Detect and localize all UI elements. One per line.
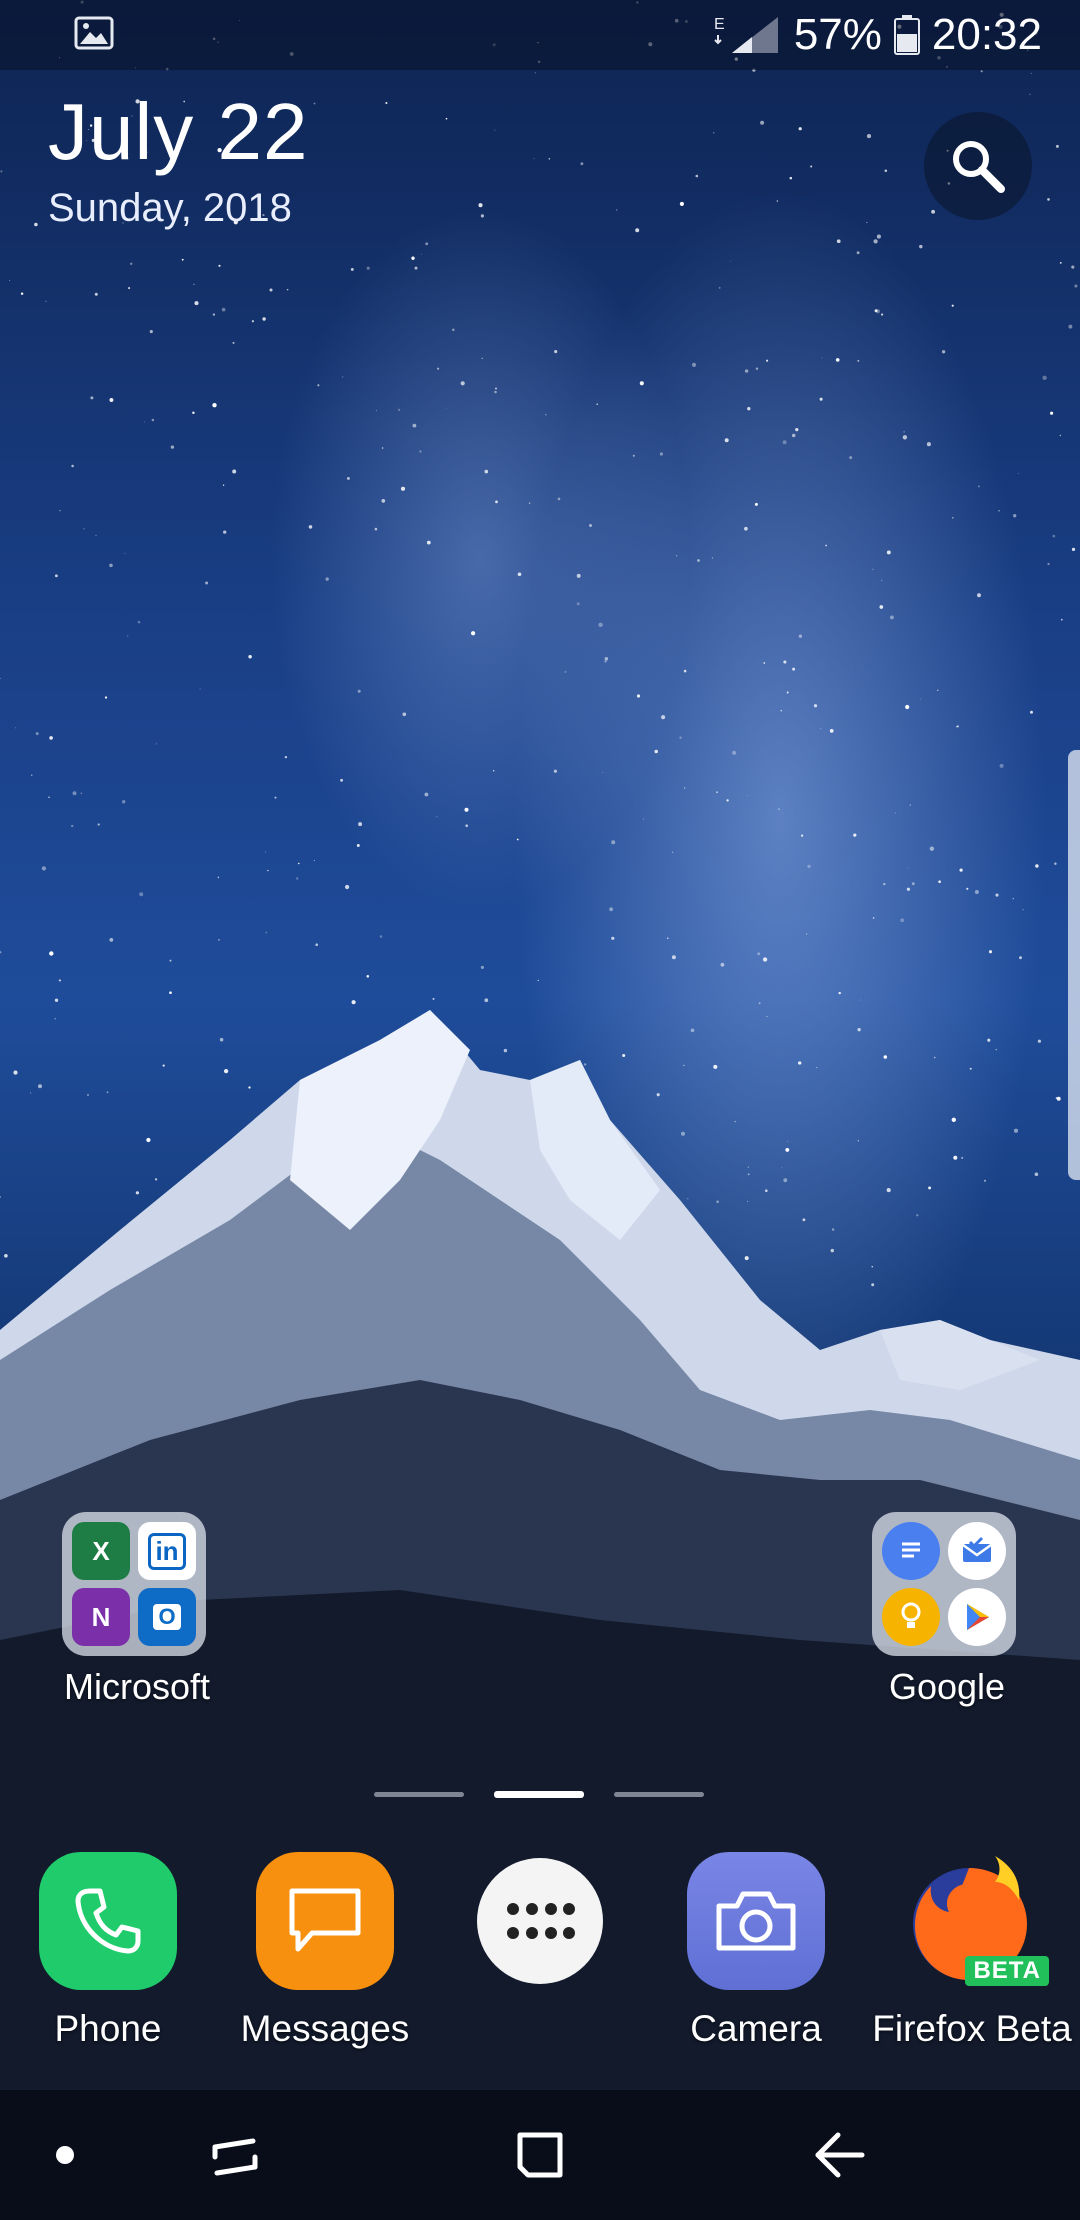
outlook-icon: O (138, 1588, 196, 1646)
dock-app-camera[interactable]: Camera (656, 1852, 856, 2050)
date-widget-date[interactable]: July 22 (48, 86, 308, 178)
folder-icon-grid: X in N O (62, 1512, 206, 1656)
folder-icon-grid (872, 1512, 1016, 1656)
nav-recents-button[interactable] (195, 2090, 275, 2220)
camera-icon[interactable] (687, 1852, 825, 1990)
signal-icon: E (714, 16, 778, 53)
recents-icon (212, 2138, 258, 2176)
search-icon (953, 141, 1005, 193)
battery-percent: 57% (793, 10, 882, 59)
dock-app-firefox-beta[interactable]: BETA Firefox Beta (872, 1852, 1072, 2050)
page-indicator[interactable] (374, 1791, 704, 1798)
dock-label-camera: Camera (690, 2008, 822, 2049)
docs-icon (882, 1522, 940, 1580)
search-button[interactable] (924, 112, 1032, 220)
keep-icon (882, 1588, 940, 1646)
nav-back-button[interactable] (800, 2090, 880, 2220)
play-store-icon (948, 1588, 1006, 1646)
battery-icon (893, 15, 920, 55)
excel-icon: X (72, 1522, 130, 1580)
messages-icon[interactable] (256, 1852, 394, 1990)
home-icon (517, 2132, 563, 2178)
gallery-icon (74, 16, 114, 50)
dot-icon (56, 2146, 74, 2164)
status-indicators: E 57% 20:32 (712, 10, 1042, 60)
dock-app-drawer[interactable] (440, 1852, 640, 2002)
apps-icon[interactable] (477, 1858, 603, 1984)
navigation-bar (0, 2090, 1080, 2220)
dock-app-phone[interactable]: Phone (8, 1852, 208, 2050)
nav-home-button[interactable] (500, 2090, 580, 2220)
inbox-icon (948, 1522, 1006, 1580)
folder-google[interactable]: Google (872, 1512, 1022, 1708)
page-indicator-3[interactable] (614, 1792, 704, 1797)
network-type: E (714, 16, 725, 33)
date-widget-day-year[interactable]: Sunday, 2018 (48, 186, 292, 231)
page-indicator-1[interactable] (374, 1792, 464, 1797)
folder-microsoft[interactable]: X in N O Microsoft (62, 1512, 212, 1708)
folder-label-google: Google (888, 1666, 1006, 1707)
dock-label-messages: Messages (240, 2008, 410, 2049)
beta-badge: BETA (965, 1956, 1049, 1986)
linkedin-icon: in (138, 1522, 196, 1580)
dock-label-firefox-beta: Firefox Beta (872, 2008, 1072, 2049)
page-indicator-2[interactable] (494, 1791, 584, 1798)
onenote-icon: N (72, 1588, 130, 1646)
clock: 20:32 (931, 10, 1042, 59)
firefox-beta-icon[interactable]: BETA (903, 1852, 1049, 1990)
status-bar: E 57% 20:32 (0, 0, 1080, 70)
edge-panel-handle[interactable] (1068, 750, 1080, 1180)
phone-icon[interactable] (39, 1852, 177, 1990)
dock-label-phone: Phone (54, 2008, 162, 2049)
nav-dot-button[interactable] (30, 2090, 100, 2220)
folder-label-microsoft: Microsoft (63, 1666, 211, 1707)
dock-app-messages[interactable]: Messages (225, 1852, 425, 2050)
back-icon (815, 2132, 865, 2178)
